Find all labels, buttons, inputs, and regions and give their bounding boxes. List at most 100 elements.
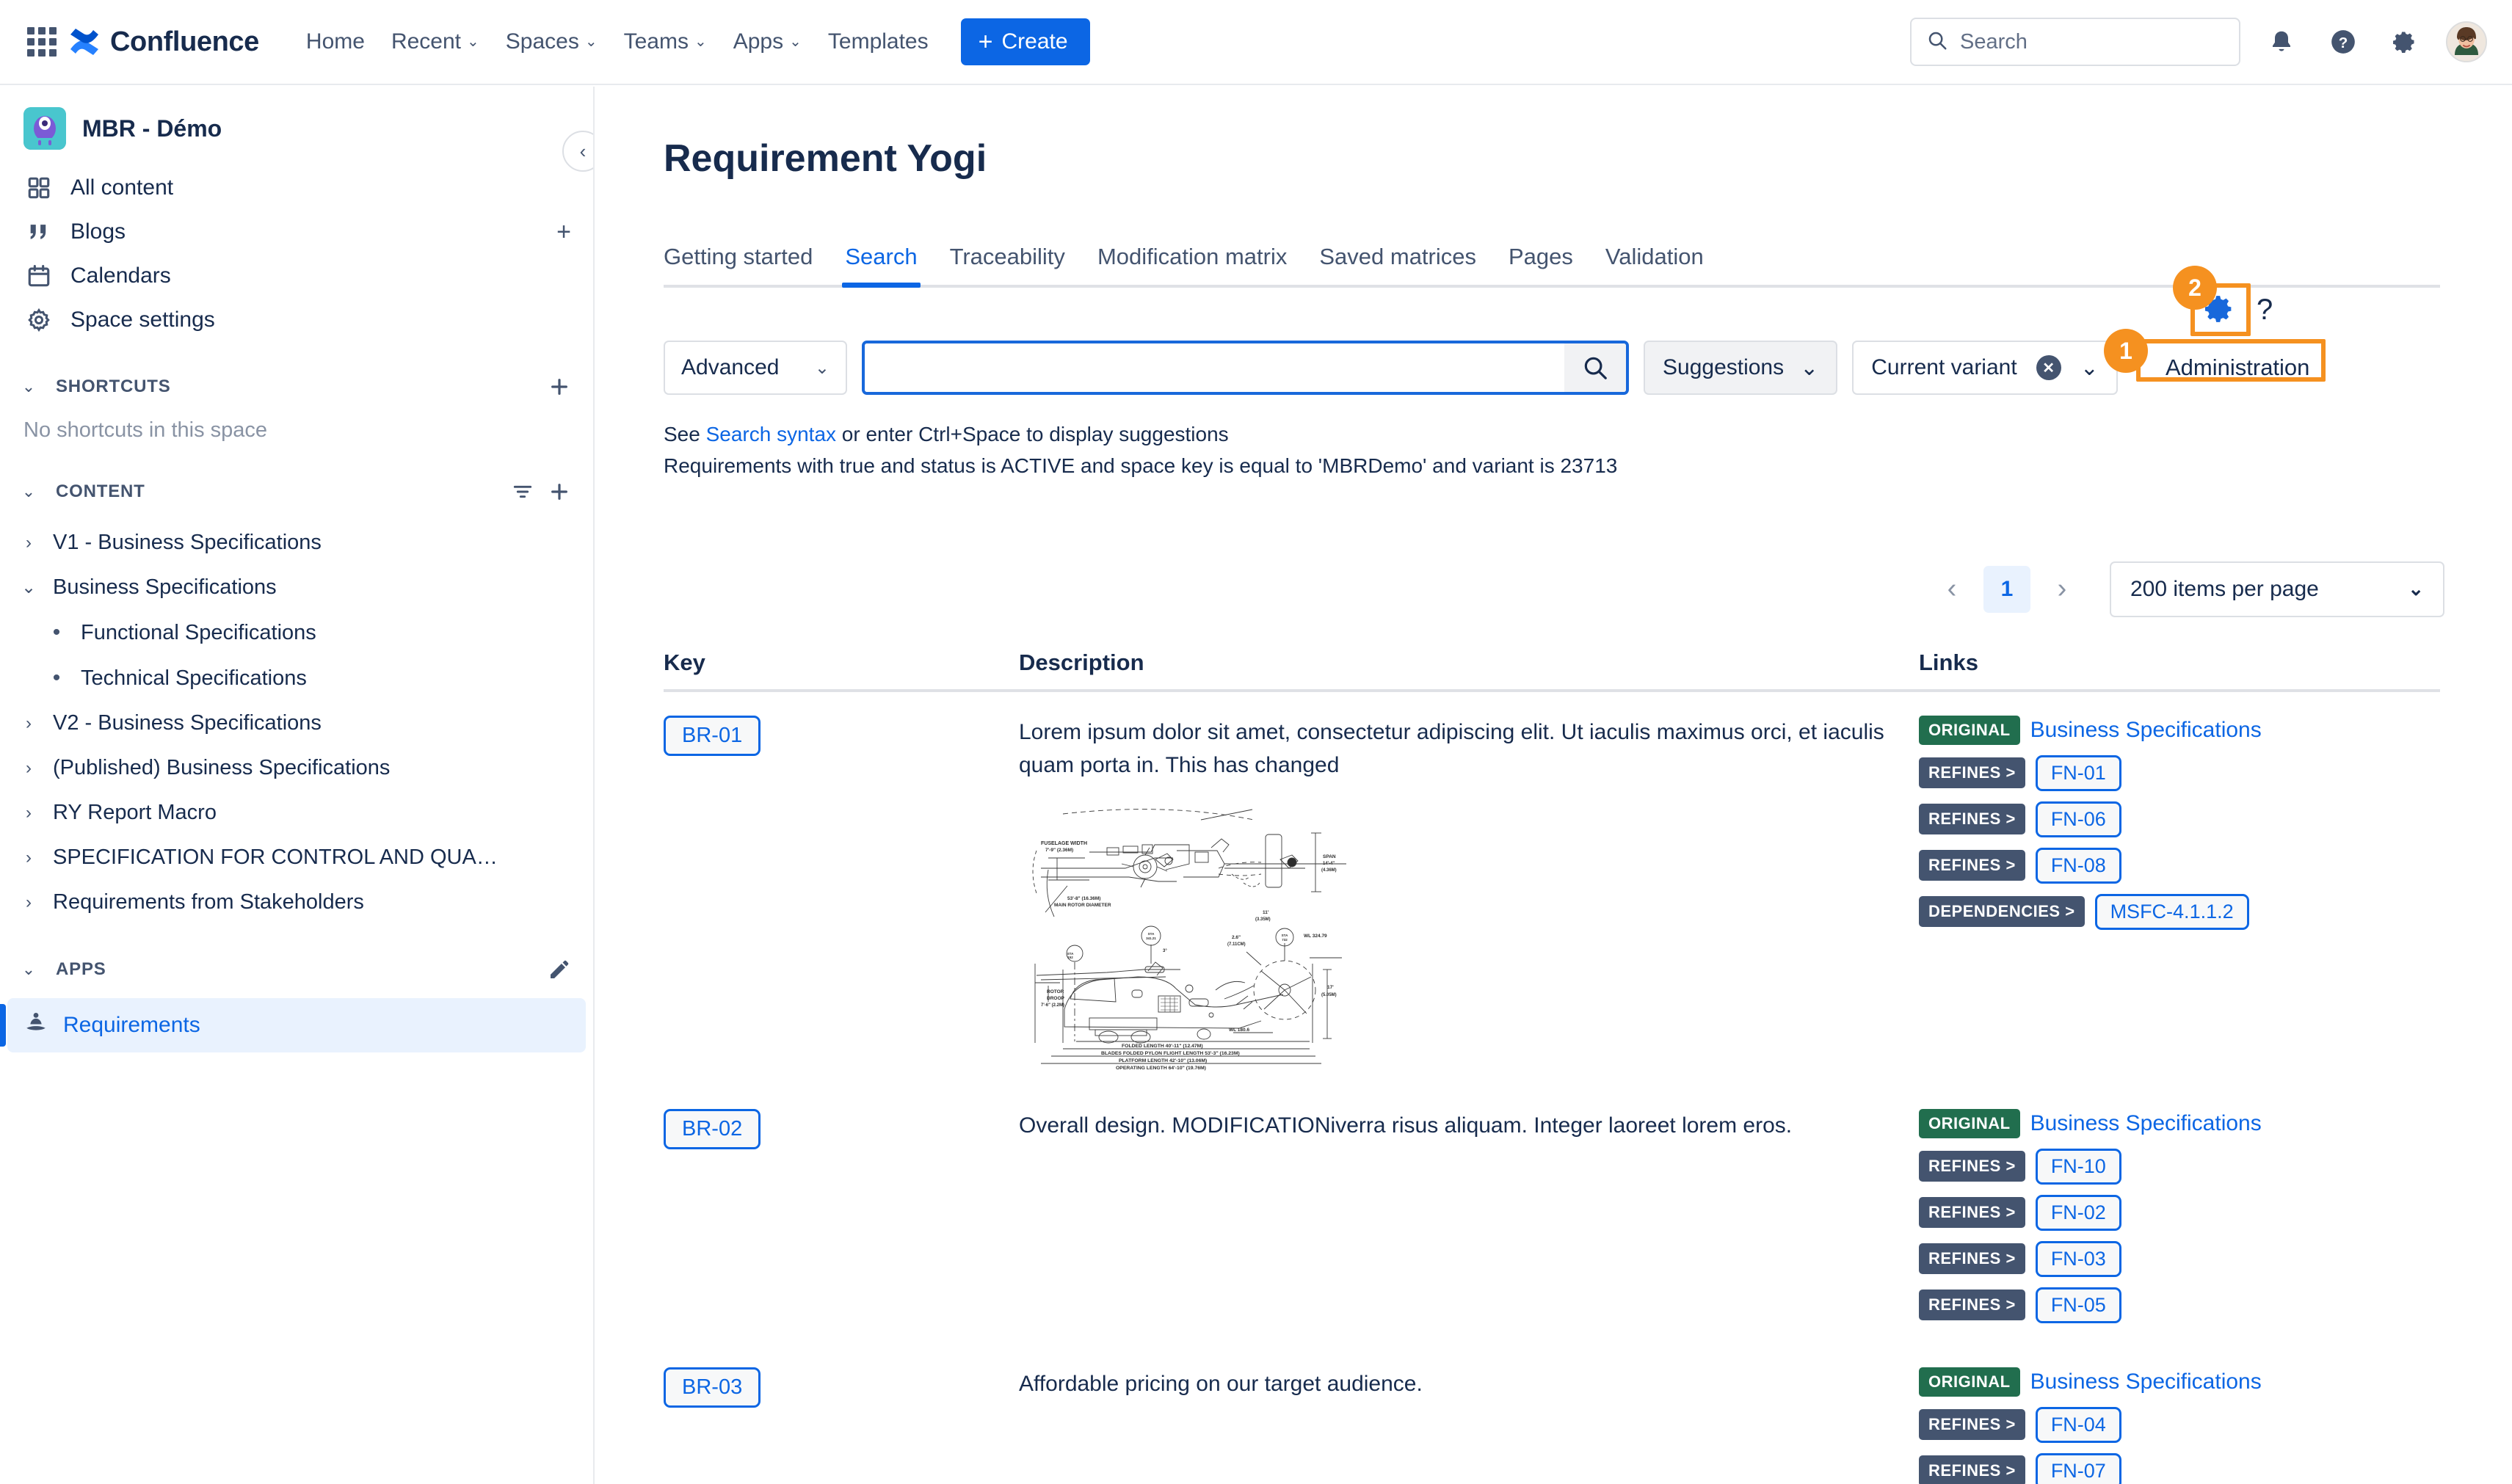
suggestions-dropdown[interactable]: Suggestions ⌄ [1644,341,1838,395]
link-target-chip[interactable]: FN-01 [2035,754,2121,791]
tree-item-v1-business-specifications[interactable]: › V1 - Business Specifications [0,520,593,565]
variant-dropdown[interactable]: Current variant ✕ ⌄ [1852,341,2118,395]
edit-apps-icon[interactable] [548,958,571,981]
tab-saved-matrices[interactable]: Saved matrices [1303,236,1492,285]
svg-text:(7.11CM): (7.11CM) [1227,942,1246,947]
shortcuts-collapse-toggle[interactable]: ⌄ [12,370,46,404]
app-switcher-icon[interactable] [25,25,59,59]
chevron-down-icon[interactable]: ⌄ [16,577,41,598]
link-target-chip[interactable]: FN-06 [2035,801,2121,837]
chevron-right-icon[interactable]: › [16,848,41,868]
tab-getting-started[interactable]: Getting started [664,236,829,285]
help-question-icon[interactable]: ? [2257,294,2273,327]
global-search-box[interactable] [1910,18,2240,66]
chevron-right-icon[interactable]: › [16,758,41,779]
search-mode-select[interactable]: Advanced ⌄ [664,341,847,395]
link-type-badge: REFINES > [1919,1151,2025,1182]
nav-spaces[interactable]: Spaces ⌄ [493,19,611,65]
nav-templates[interactable]: Templates [815,19,942,65]
apps-collapse-toggle[interactable]: ⌄ [12,953,46,986]
link-type-badge: REFINES > [1919,757,2025,789]
sidebar-item-all-content[interactable]: All content [0,166,593,210]
requirement-search-input[interactable] [865,343,1564,392]
chevron-right-icon[interactable]: › [16,713,41,734]
sidebar-item-calendars[interactable]: Calendars [0,254,593,298]
tree-item-functional-specifications[interactable]: • Functional Specifications [0,610,593,655]
next-page-button[interactable]: › [2042,570,2082,609]
chevron-right-icon[interactable]: › [16,533,41,553]
help-icon[interactable]: ? [2323,21,2364,62]
tree-item-business-specifications[interactable]: ⌄ Business Specifications [0,565,593,610]
content-section-label: CONTENT [56,481,145,501]
link-row: REFINES > FN-01 [1919,754,2440,791]
nav-home[interactable]: Home [293,19,378,65]
global-search-input[interactable] [1960,29,2224,54]
clear-variant-icon[interactable]: ✕ [2036,355,2061,380]
link-target-chip[interactable]: MSFC-4.1.1.2 [2094,893,2249,930]
page-number-1[interactable]: 1 [1983,565,2030,613]
tree-item-technical-specifications[interactable]: • Technical Specifications [0,655,593,701]
requirement-search-field[interactable] [862,341,1629,395]
column-header-key: Key [664,649,705,675]
link-target-chip[interactable]: FN-10 [2035,1148,2121,1185]
tab-modification-matrix[interactable]: Modification matrix [1081,236,1303,285]
sidebar-item-blogs[interactable]: Blogs + [0,210,593,254]
filter-content-icon[interactable] [511,480,534,503]
link-target-page[interactable]: Business Specifications [2030,718,2262,743]
prev-page-button[interactable]: ‹ [1932,570,1972,609]
tree-item-requirements-from-stakeholders[interactable]: › Requirements from Stakeholders [0,880,593,925]
add-shortcut-icon[interactable] [548,375,571,399]
link-target-chip[interactable]: FN-07 [2035,1452,2121,1484]
settings-gear-icon[interactable] [2384,21,2425,62]
chevron-right-icon[interactable]: › [16,803,41,823]
tree-item-label: V1 - Business Specifications [53,531,322,554]
nav-recent-label: Recent [391,29,461,54]
link-target-chip[interactable]: FN-05 [2035,1287,2121,1323]
nav-recent[interactable]: Recent ⌄ [378,19,493,65]
requirement-key-chip[interactable]: BR-02 [664,1108,761,1149]
add-content-icon[interactable] [548,480,571,503]
notifications-bell-icon[interactable] [2261,21,2302,62]
tree-item-ry-report-macro[interactable]: › RY Report Macro [0,790,593,835]
tree-item-v2-business-specifications[interactable]: › V2 - Business Specifications [0,701,593,746]
svg-text:?: ? [2339,34,2348,51]
search-submit-button[interactable] [1564,343,1626,392]
add-blog-icon[interactable]: + [556,219,571,244]
confluence-home-link[interactable]: Confluence [69,26,259,58]
search-syntax-link[interactable]: Search syntax [706,423,836,445]
items-per-page-select[interactable]: 200 items per page ⌄ [2110,561,2444,617]
tab-traceability[interactable]: Traceability [934,236,1081,285]
link-target-chip[interactable]: FN-04 [2035,1406,2121,1443]
create-button[interactable]: + Create [960,18,1090,65]
sidebar-item-space-settings[interactable]: Space settings [0,298,593,342]
link-type-badge: REFINES > [1919,1290,2025,1321]
tab-pages[interactable]: Pages [1492,236,1589,285]
link-row: REFINES > FN-02 [1919,1194,2440,1231]
search-syntax-hint: See Search syntax or enter Ctrl+Space to… [664,418,2512,450]
sidebar-item-requirements[interactable]: Requirements [0,998,586,1052]
space-header[interactable]: MBR - Démo [0,87,593,166]
tree-item-published-business-specifications[interactable]: › (Published) Business Specifications [0,746,593,790]
row-links-cell: ORIGINAL Business Specifications REFINES… [1919,1367,2440,1484]
helicopter-technical-drawing[interactable]: FUSELAGE WIDTH 7'-9" (2.36M) 53'-8" (16.… [1019,806,1364,1071]
link-row: ORIGINAL Business Specifications [1919,715,2440,745]
administration-button[interactable]: Administration [2154,347,2321,388]
link-target-chip[interactable]: FN-02 [2035,1194,2121,1231]
link-target-page[interactable]: Business Specifications [2030,1111,2262,1136]
requirement-key-chip[interactable]: BR-01 [664,715,761,756]
content-collapse-toggle[interactable]: ⌄ [12,475,46,509]
link-target-page[interactable]: Business Specifications [2030,1370,2262,1394]
grid-icon [23,175,54,200]
tree-item-specification-for-control-and-quality[interactable]: › SPECIFICATION FOR CONTROL AND QUA… [0,835,593,880]
nav-teams[interactable]: Teams ⌄ [611,19,720,65]
svg-text:(5.05M): (5.05M) [1321,993,1337,997]
tab-search[interactable]: Search [829,236,933,288]
nav-apps[interactable]: Apps ⌄ [720,19,815,65]
tab-validation[interactable]: Validation [1589,236,1720,285]
link-target-chip[interactable]: FN-08 [2035,847,2121,884]
requirement-key-chip[interactable]: BR-03 [664,1367,761,1408]
chevron-right-icon[interactable]: › [16,892,41,913]
chevron-down-icon: ⌄ [2080,355,2099,380]
user-avatar[interactable] [2446,21,2487,62]
link-target-chip[interactable]: FN-03 [2035,1240,2121,1277]
